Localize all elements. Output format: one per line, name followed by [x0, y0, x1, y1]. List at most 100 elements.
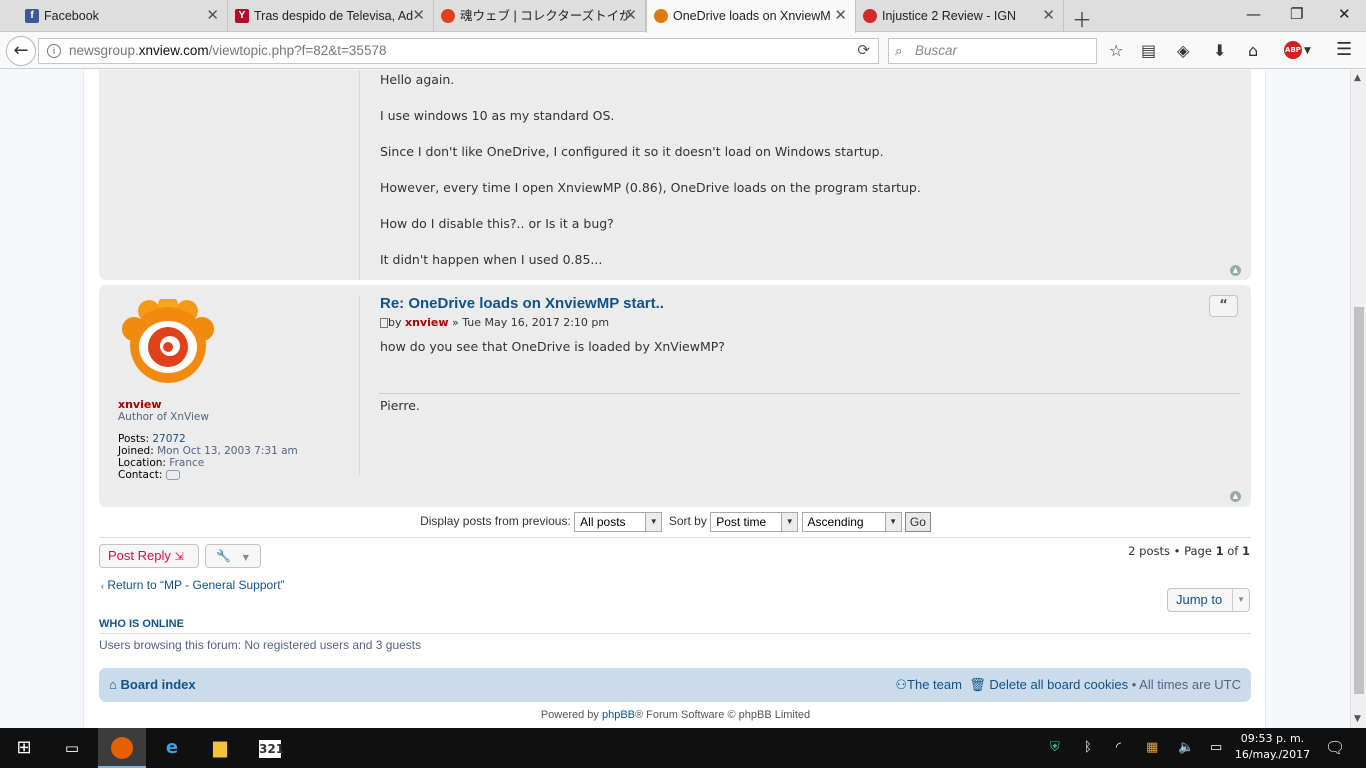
windows-start-icon[interactable]: ⊞ — [0, 728, 48, 768]
team-link[interactable]: The team — [907, 677, 962, 692]
close-tab-icon[interactable]: ✕ — [206, 0, 219, 32]
close-tab-icon[interactable]: ✕ — [624, 0, 637, 32]
minimize-icon[interactable]: — — [1246, 5, 1261, 23]
phpbb-link[interactable]: phpBB — [602, 709, 635, 721]
divider — [99, 633, 1251, 634]
firefox-icon[interactable] — [98, 728, 146, 768]
back-to-top-icon[interactable]: ▲ — [1230, 265, 1241, 276]
scroll-thumb[interactable] — [1354, 307, 1364, 694]
tab-tamashii[interactable]: 魂ウェブ | コレクターズトイが ✕ — [434, 0, 646, 32]
delete-cookies-link[interactable]: Delete all board cookies — [989, 677, 1128, 692]
security-icon[interactable]: ⛨ — [1050, 728, 1060, 768]
volume-icon[interactable]: 🔈 — [1178, 728, 1194, 768]
return-link[interactable]: ‹ Return to “MP - General Support” — [101, 578, 285, 592]
posts-count[interactable]: 27072 — [152, 433, 185, 445]
scroll-up-icon[interactable]: ▲ — [1354, 73, 1361, 83]
file-explorer-icon[interactable]: ▆ — [196, 728, 244, 768]
post-reply-label: Post Reply — [108, 548, 171, 563]
tab-ign[interactable]: Injustice 2 Review - IGN ✕ — [856, 0, 1064, 32]
post-meta: by xnview » Tue May 16, 2017 2:10 pm — [380, 316, 725, 329]
tab-title: Injustice 2 Review - IGN — [882, 9, 1017, 23]
bluetooth-icon[interactable]: ᛒ — [1084, 728, 1092, 768]
post-reply-button[interactable]: Post Reply ⇲ — [99, 544, 199, 568]
reload-icon[interactable]: ⟳ — [857, 39, 870, 63]
order-select[interactable]: Ascending ▼ — [801, 512, 902, 532]
info-icon[interactable]: i — [47, 44, 61, 58]
pagination-text: 2 posts • Page — [1128, 544, 1212, 558]
post-line: How do I disable this?.. or Is it a bug? — [380, 216, 614, 231]
sort-select[interactable]: Post time ▼ — [710, 512, 799, 532]
order-value: Ascending — [807, 515, 864, 529]
pocket-icon[interactable]: ◈ — [1177, 41, 1189, 60]
post-author[interactable]: xnview — [405, 316, 449, 329]
chevron-down-icon: ▼ — [781, 513, 798, 531]
search-input[interactable]: ⌕ Buscar — [888, 38, 1097, 64]
footer-navbar: ⌂ Board index ⚇The team 🗑 Delete all boa… — [99, 668, 1251, 702]
tab-xnview[interactable]: OneDrive loads on XnviewM ✕ — [646, 0, 856, 33]
clock-date: 16/may./2017 — [1234, 748, 1311, 761]
xnview-avatar — [122, 299, 214, 383]
internet-explorer-icon[interactable]: e — [148, 728, 196, 768]
scrollbar[interactable]: ▲ ▼ — [1350, 70, 1366, 728]
jump-to-button[interactable]: Jump to ▼ — [1167, 588, 1250, 612]
board-index-link[interactable]: ⌂ Board index — [109, 668, 196, 702]
media-player-icon[interactable]: 321 — [246, 728, 294, 768]
close-window-icon[interactable]: ✕ — [1338, 5, 1351, 23]
home-icon[interactable]: ⌂ — [1248, 41, 1258, 60]
close-tab-icon[interactable]: ✕ — [1042, 0, 1055, 32]
post-line: However, every time I open XnviewMP (0.8… — [380, 180, 921, 195]
url-bar[interactable]: i newsgroup.xnview.com/viewtopic.php?f=8… — [38, 38, 879, 64]
adblock-icon[interactable]: ABP — [1284, 41, 1302, 59]
display-select[interactable]: All posts ▼ — [574, 512, 663, 532]
battery-icon[interactable]: ▭ — [1210, 728, 1222, 768]
clock[interactable]: 09:53 p. m. 16/may./2017 — [1230, 731, 1315, 763]
sort-bar: Display posts from previous: All posts ▼ … — [84, 512, 1267, 532]
post-body: Re: OneDrive loads on XnviewMP start.. b… — [359, 295, 725, 475]
reading-list-icon[interactable]: ▤ — [1141, 41, 1156, 60]
back-to-top-icon[interactable]: ▲ — [1230, 491, 1241, 502]
pagination: 2 posts • Page 1 of 1 — [1128, 544, 1250, 558]
tab-televisa[interactable]: Y Tras despido de Televisa, Ad ✕ — [228, 0, 434, 32]
close-tab-icon[interactable]: ✕ — [834, 0, 847, 32]
post-content: how do you see that OneDrive is loaded b… — [380, 339, 725, 354]
location-label: Location: — [118, 457, 166, 469]
location-value: France — [169, 457, 205, 469]
quote-button[interactable]: “ — [1209, 295, 1238, 317]
url-host: xnview.com — [138, 43, 209, 58]
trash-icon: 🗑 — [969, 677, 986, 692]
profile-username[interactable]: xnview — [118, 399, 298, 411]
go-button[interactable]: Go — [904, 512, 931, 532]
divider — [99, 537, 1251, 538]
of-label: of — [1227, 544, 1239, 558]
back-button[interactable]: ← — [6, 36, 36, 66]
url-path: /viewtopic.php?f=82&t=35578 — [208, 43, 387, 58]
post-line: I use windows 10 as my standard OS. — [380, 108, 615, 123]
signature-divider — [379, 393, 1240, 394]
new-tab-icon[interactable]: ＋ — [1072, 4, 1092, 33]
tray-app-icon[interactable]: ▦ — [1146, 728, 1158, 768]
chevron-down-icon: ▼ — [1232, 589, 1245, 611]
download-icon[interactable]: ⬇ — [1213, 41, 1226, 60]
notifications-icon[interactable]: 🗨 — [1325, 728, 1345, 768]
scroll-down-icon[interactable]: ▼ — [1354, 714, 1361, 724]
profile-rank: Author of XnView — [118, 411, 209, 423]
post-icon[interactable] — [380, 318, 388, 328]
page-content: Hello again. I use windows 10 as my stan… — [0, 70, 1350, 728]
contact-icon[interactable] — [165, 470, 180, 480]
post-title[interactable]: Re: OneDrive loads on XnviewMP start.. — [380, 295, 725, 312]
who-is-online-heading[interactable]: WHO IS ONLINE — [99, 618, 184, 630]
chevron-down-icon[interactable]: ▼ — [1304, 46, 1311, 56]
bookmark-star-icon[interactable]: ☆ — [1109, 41, 1123, 60]
menu-icon[interactable]: ☰ — [1336, 39, 1352, 60]
post-date: » Tue May 16, 2017 2:10 pm — [452, 316, 610, 329]
tab-title: OneDrive loads on XnviewM — [673, 9, 831, 23]
tab-facebook[interactable]: f Facebook ✕ — [18, 0, 228, 32]
topic-tools-button[interactable]: 🔧 ▼ — [205, 544, 261, 568]
task-view-icon[interactable]: ▭ — [48, 728, 96, 768]
maximize-icon[interactable]: ❐ — [1290, 5, 1303, 23]
return-label: Return to “MP - General Support” — [107, 578, 285, 592]
search-icon: ⌕ — [895, 43, 903, 58]
wifi-icon[interactable]: ◜ — [1116, 728, 1121, 768]
close-tab-icon[interactable]: ✕ — [412, 0, 425, 32]
sort-label: Sort by — [668, 514, 707, 529]
